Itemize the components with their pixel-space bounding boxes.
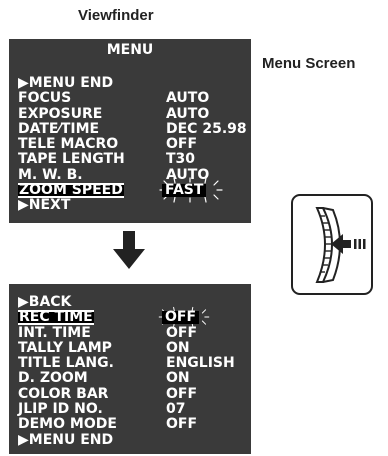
viewfinder-heading: Viewfinder: [78, 7, 154, 24]
menu-item-label: DATE⁄TIME: [18, 120, 100, 137]
menu-item-label: JLIP ID NO.: [18, 401, 103, 418]
menu-item-value: OFF: [166, 416, 198, 433]
menu-item-label: INT. TIME: [18, 324, 91, 341]
menu-item-value: T30: [166, 151, 196, 168]
viewfinder-menu-screen-2: ▶BACK REC TIME OFF INT. TIME OFF TALLY L…: [9, 284, 251, 454]
menu-item-value: DEC 25.98: [166, 120, 247, 137]
menu-item-label: TAPE LENGTH: [18, 151, 125, 168]
menu-item-label: TALLY LAMP: [18, 339, 112, 356]
menu-item-label: ▶MENU END: [18, 75, 114, 91]
menu-item-value: OFF: [166, 324, 198, 341]
blink-value: OFF: [162, 310, 200, 325]
menu-item-label: FOCUS: [18, 90, 72, 107]
menu-item-label-selected: REC TIME: [18, 309, 94, 326]
menu-item-value: OFF: [166, 385, 198, 402]
menu-item-label: TELE MACRO: [18, 136, 119, 153]
menu-item-label: TITLE LANG.: [18, 355, 114, 372]
menu-item-value-blinking: FAST: [162, 183, 207, 198]
menu-item-label: D. ZOOM: [18, 370, 88, 387]
menu-item-value: 07: [166, 401, 186, 418]
menu-item-value: AUTO: [166, 90, 210, 107]
menu-item-label: ▶NEXT: [18, 197, 71, 214]
menu-item-value: AUTO: [166, 105, 210, 122]
menu-item-value-blinking: OFF: [162, 310, 200, 325]
press-arrow-icon: [331, 234, 366, 254]
down-arrow-icon: [113, 231, 145, 269]
menu-item-label: EXPOSURE: [18, 105, 103, 122]
menu-item-label: ▶BACK: [18, 294, 72, 310]
menu-item-label: COLOR BAR: [18, 385, 109, 402]
viewfinder-menu-screen-1: MENU ▶MENU END FOCUS AUTO EXPOSURE AUTO …: [9, 39, 251, 223]
blink-value: FAST: [162, 183, 207, 198]
menu-item-label: M. W. B.: [18, 166, 83, 183]
menu-item-label-selected: ZOOM SPEED: [18, 182, 124, 199]
menu-item-label: DEMO MODE: [18, 416, 117, 433]
menu-item-value: ON: [166, 370, 190, 387]
menu-screen-heading: Menu Screen: [262, 55, 356, 72]
menu-item-value: OFF: [166, 136, 198, 153]
dial-illustration: [315, 207, 366, 283]
menu-item-value: ENGLISH: [166, 355, 235, 372]
menu-title: MENU: [106, 42, 154, 58]
menu-dial-icon: [291, 194, 373, 295]
menu-item-value: ON: [166, 339, 190, 356]
menu-item-label: ▶MENU END: [18, 431, 114, 448]
